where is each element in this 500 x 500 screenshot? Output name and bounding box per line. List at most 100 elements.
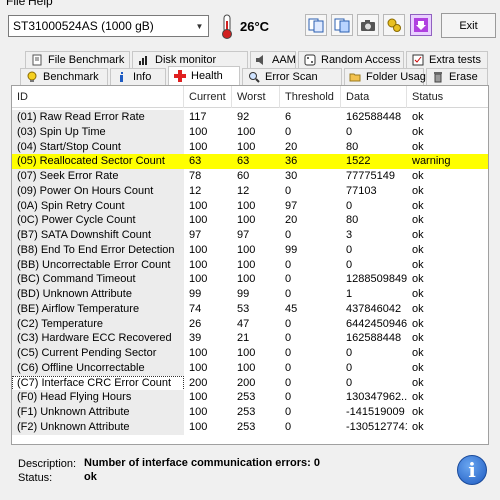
- table-row[interactable]: (BB) Uncorrectable Error Count 100 100 0 0 ok: [12, 257, 488, 273]
- camera-icon: [361, 20, 375, 31]
- column-header-id[interactable]: ID: [12, 86, 184, 108]
- options-icon: [387, 18, 401, 32]
- cell-status: ok: [412, 302, 424, 315]
- cell-current: 100: [189, 273, 208, 286]
- cell-threshold: 0: [285, 406, 292, 418]
- cell-id: (F0) Head Flying Hours: [12, 390, 184, 406]
- table-row[interactable]: (04) Start/Stop Count 100 100 20 80 ok: [12, 139, 488, 155]
- options-button[interactable]: [383, 14, 405, 36]
- tab-row-bottom: Benchmark Info Health Error Scan Folder …: [0, 66, 500, 85]
- cell-id: (C3) Hardware ECC Recovered: [12, 331, 184, 347]
- table-row[interactable]: (B7) SATA Downshift Count 97 97 0 3 ok: [12, 228, 488, 243]
- tab-health[interactable]: Health: [168, 66, 240, 85]
- cell-threshold: 99: [285, 243, 298, 256]
- table-row[interactable]: (0A) Spin Retry Count 100 100 97 0 ok: [12, 198, 488, 214]
- table-row[interactable]: (07) Seek Error Rate 78 60 30 77775149 ok: [12, 169, 488, 184]
- cell-data: 162588448: [346, 332, 402, 345]
- table-row[interactable]: (B8) End To End Error Detection 100 100 99 0…: [12, 242, 488, 258]
- table-row[interactable]: (01) Raw Read Error Rate 117 92 6 162588448 o…: [12, 110, 488, 125]
- table-row[interactable]: (03) Spin Up Time 100 100 0 0 ok: [12, 124, 488, 140]
- screenshot-button[interactable]: [357, 14, 379, 36]
- cell-current: 78: [189, 170, 202, 182]
- cell-data: 0: [346, 258, 353, 271]
- cell-data: 0: [346, 376, 353, 389]
- column-header-data[interactable]: Data: [341, 86, 407, 108]
- cell-data: 1522: [346, 155, 371, 168]
- column-header-status[interactable]: Status: [407, 86, 488, 108]
- tab-erase[interactable]: Erase: [426, 68, 488, 85]
- cell-id: (BB) Uncorrectable Error Count: [12, 257, 184, 273]
- cell-current: 100: [189, 361, 208, 374]
- tab-random-access[interactable]: Random Access: [298, 51, 404, 68]
- download-button[interactable]: [410, 14, 432, 36]
- folder-icon: [349, 71, 361, 84]
- cell-current: 117: [189, 111, 207, 123]
- table-row[interactable]: (C3) Hardware ECC Recovered 39 21 0 16258844…: [12, 331, 488, 347]
- exit-button[interactable]: Exit: [441, 13, 496, 38]
- tab-aam[interactable]: AAM: [250, 51, 296, 68]
- red-cross-icon: [173, 70, 186, 83]
- tab-info[interactable]: Info: [110, 68, 166, 85]
- cell-data: 0: [346, 125, 353, 138]
- cell-id: (03) Spin Up Time: [12, 124, 184, 140]
- cell-status: ok: [412, 184, 424, 197]
- table-row[interactable]: (C2) Temperature 26 47 0 64424509466 ok: [12, 316, 488, 332]
- cell-id: (C6) Offline Uncorrectable: [12, 360, 184, 376]
- cell-status: ok: [412, 347, 424, 359]
- tab-folder-usage[interactable]: Folder Usage: [344, 68, 432, 85]
- cell-worst: 60: [237, 170, 250, 182]
- table-row[interactable]: (C6) Offline Uncorrectable 100 100 0 0 ok: [12, 360, 488, 376]
- speaker-icon: [255, 54, 267, 67]
- cell-current: 12: [189, 184, 202, 197]
- cell-current: 97: [189, 229, 202, 241]
- column-header-worst[interactable]: Worst: [232, 86, 280, 108]
- info-button[interactable]: i: [457, 455, 487, 485]
- table-row[interactable]: (C7) Interface CRC Error Count 200 200 0 0 ok: [12, 375, 488, 391]
- table-row[interactable]: (F0) Head Flying Hours 100 253 0 130347962..…: [12, 390, 488, 406]
- cell-current: 100: [189, 243, 208, 256]
- table-row[interactable]: (0C) Power Cycle Count 100 100 20 80 ok: [12, 213, 488, 229]
- column-header-current[interactable]: Current: [184, 86, 232, 108]
- drive-select[interactable]: ST31000524AS (1000 gB) ▼: [8, 15, 209, 37]
- table-row[interactable]: (05) Reallocated Sector Count 63 63 36 1522 w…: [12, 154, 488, 170]
- copy-image-button[interactable]: [331, 14, 353, 36]
- cell-status: warning: [412, 155, 451, 168]
- table-row[interactable]: (F2) Unknown Attribute 100 253 0 -1305127741…: [12, 419, 488, 435]
- table-row[interactable]: (F1) Unknown Attribute 100 253 0 -141519009 o…: [12, 405, 488, 420]
- cell-id: (B7) SATA Downshift Count: [12, 228, 184, 243]
- tab-extra-tests[interactable]: Extra tests: [406, 51, 488, 68]
- trash-icon: [431, 71, 444, 84]
- cell-data: 0: [346, 199, 353, 212]
- table-row[interactable]: (BD) Unknown Attribute 99 99 0 1 ok: [12, 287, 488, 302]
- tab-benchmark[interactable]: Benchmark: [20, 68, 108, 85]
- chevron-down-icon[interactable]: ▼: [191, 16, 208, 36]
- cell-status: ok: [412, 199, 424, 212]
- cell-data: 80: [346, 140, 359, 153]
- cell-data: 162588448: [346, 111, 402, 123]
- cell-current: 39: [189, 332, 202, 345]
- cell-id: (04) Start/Stop Count: [12, 139, 184, 155]
- cell-id: (01) Raw Read Error Rate: [12, 110, 184, 125]
- cell-worst: 100: [237, 214, 256, 227]
- column-header-threshold[interactable]: Threshold: [280, 86, 341, 108]
- cell-threshold: 36: [285, 155, 298, 168]
- cell-threshold: 0: [285, 332, 292, 345]
- info-icon: [115, 71, 128, 84]
- cell-worst: 253: [237, 406, 256, 418]
- menu-file[interactable]: File: [6, 0, 25, 8]
- tab-error-scan[interactable]: Error Scan: [242, 68, 342, 85]
- cell-worst: 99: [237, 288, 250, 300]
- tab-file-benchmark[interactable]: File Benchmark: [25, 51, 130, 68]
- tab-label: Error Scan: [265, 71, 318, 83]
- table-row[interactable]: (BE) Airflow Temperature 74 53 45 437846042 o…: [12, 301, 488, 317]
- tab-label: AAM: [272, 54, 296, 66]
- tab-label: Extra tests: [429, 54, 481, 66]
- table-row[interactable]: (09) Power On Hours Count 12 12 0 77103 ok: [12, 183, 488, 199]
- table-row[interactable]: (BC) Command Timeout 100 100 0 12885098499 ok: [12, 272, 488, 288]
- magnifier-icon: [247, 71, 260, 84]
- cell-worst: 47: [237, 317, 250, 330]
- table-row[interactable]: (C5) Current Pending Sector 100 100 0 0 ok: [12, 346, 488, 361]
- menu-help[interactable]: Help: [28, 0, 53, 8]
- cell-worst: 92: [237, 111, 250, 123]
- copy-text-button[interactable]: [305, 14, 327, 36]
